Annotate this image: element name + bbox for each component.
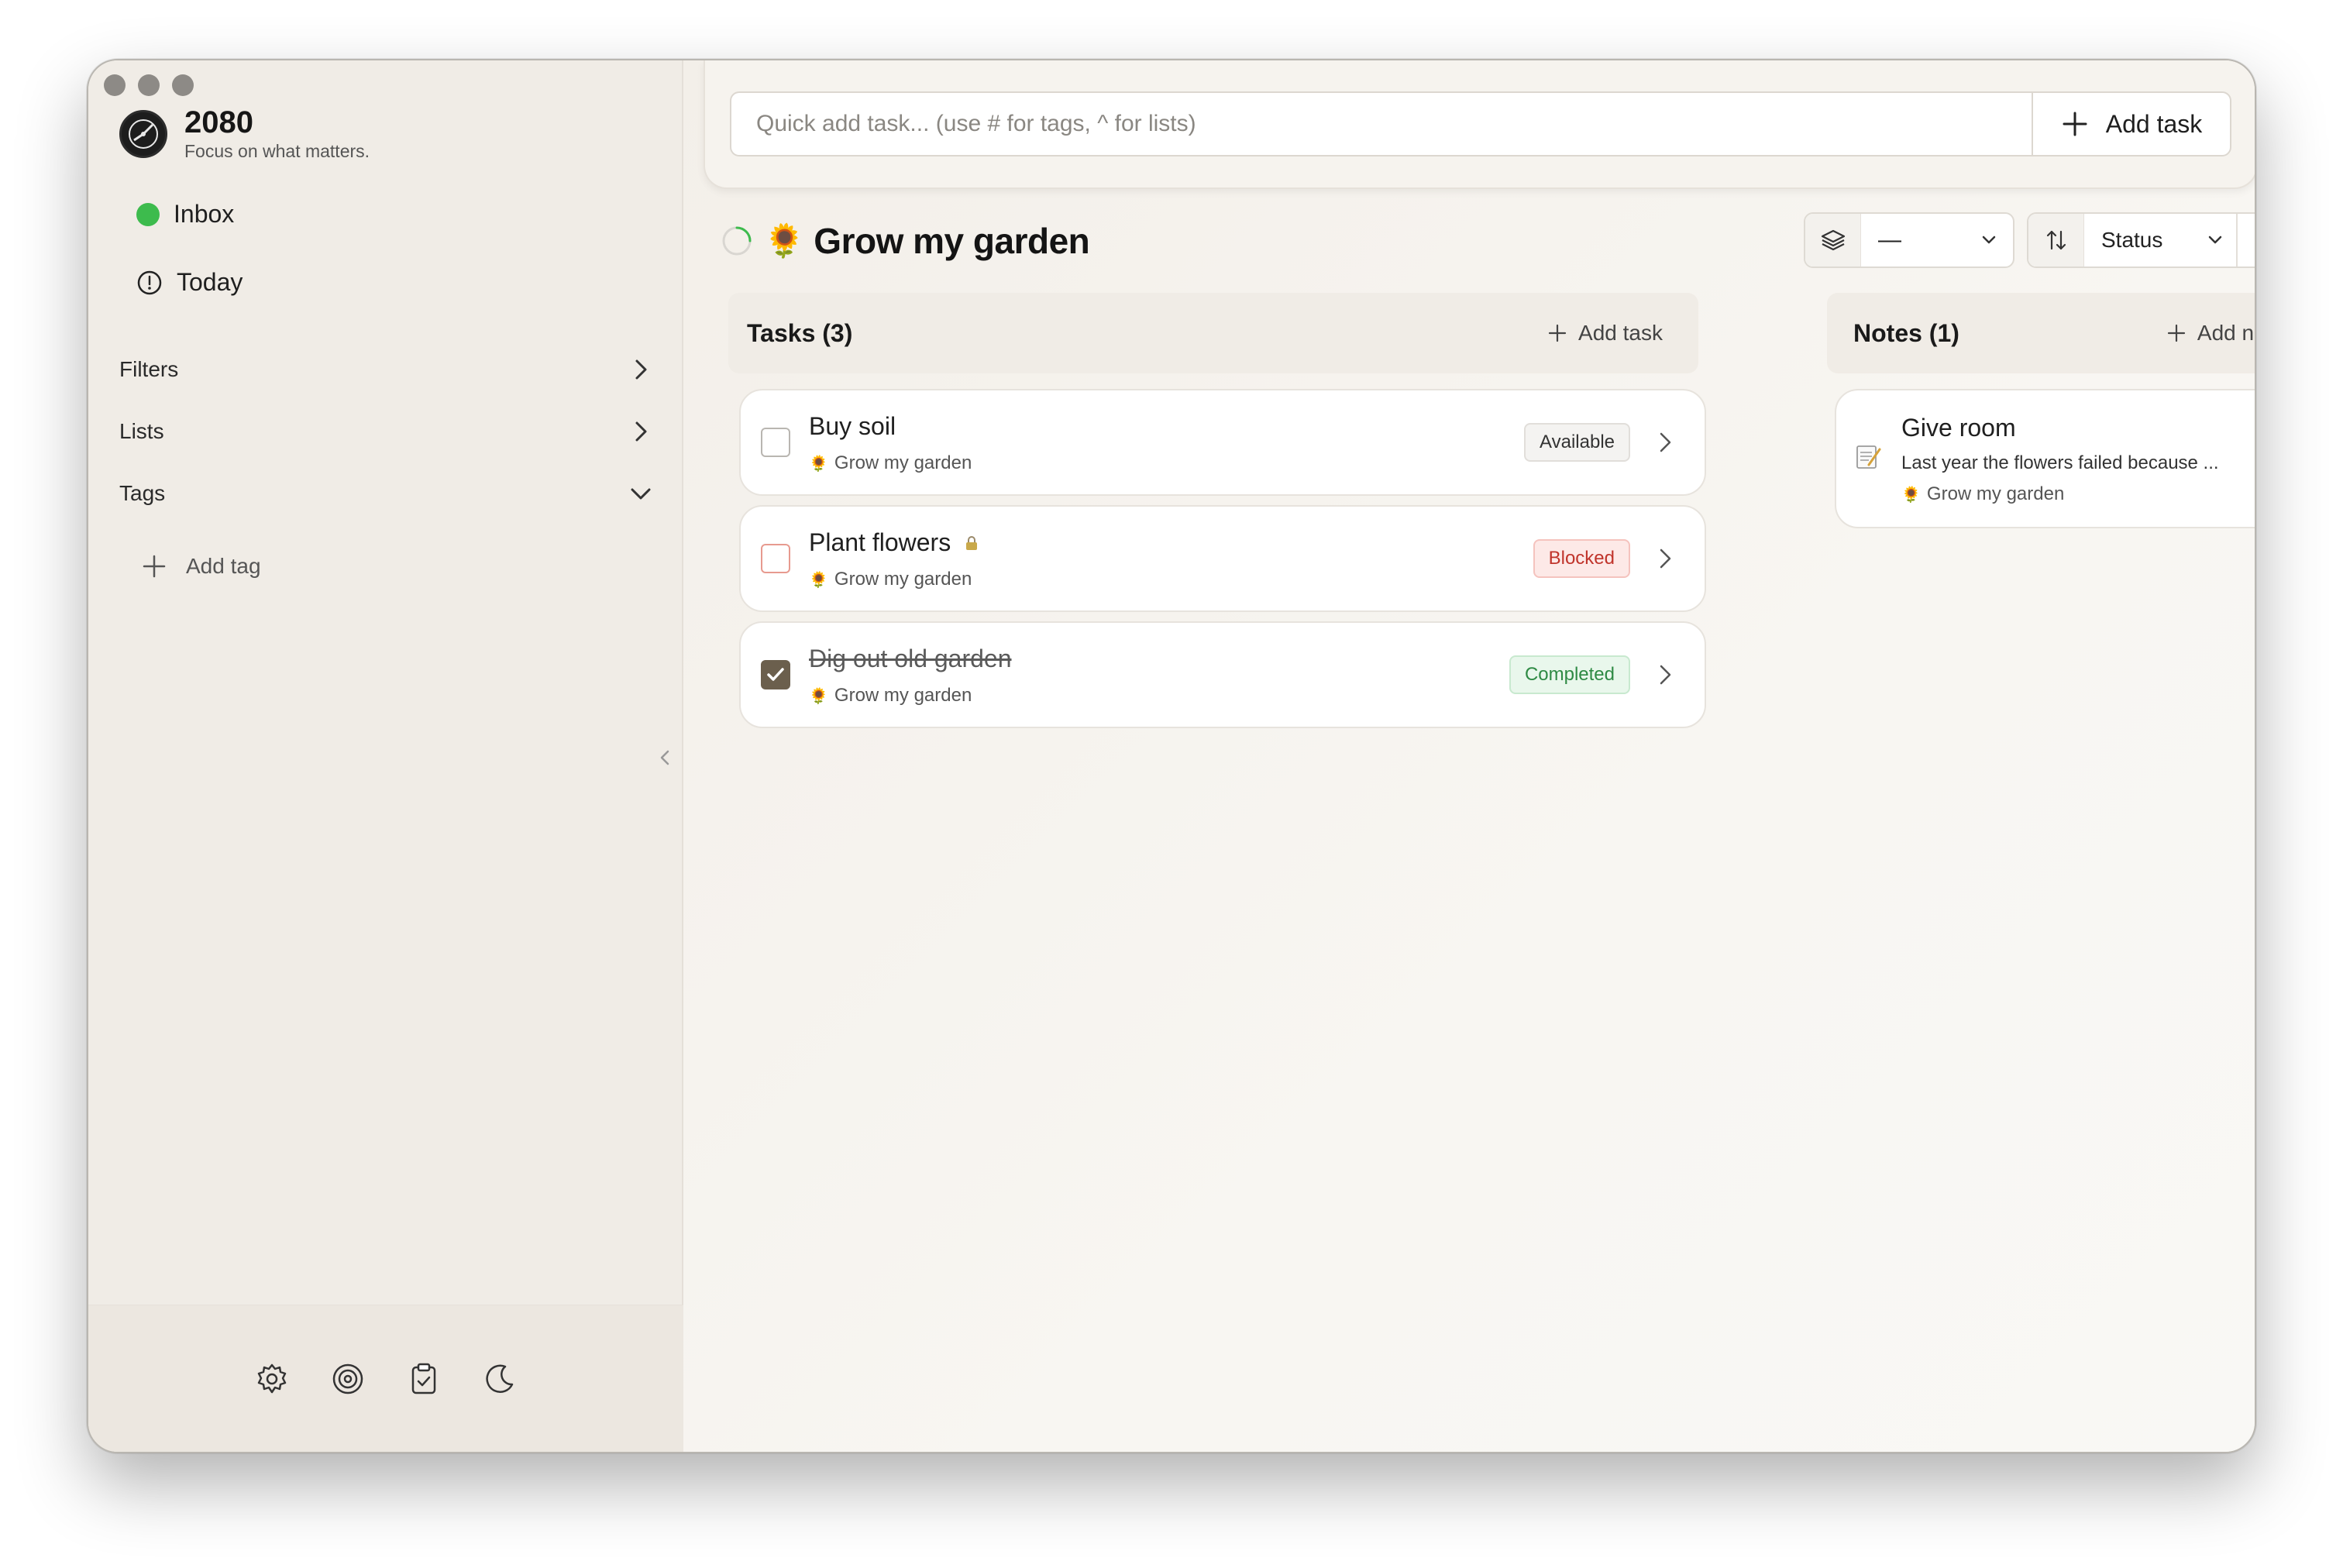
group-by-select[interactable]: — [1804,212,2014,268]
app-window: 2080 Focus on what matters. Inbox Today … [87,59,2256,1453]
green-dot-icon [136,202,160,226]
task-checkbox-checked[interactable] [761,660,790,689]
settings-icon[interactable] [254,1361,290,1397]
task-title: Buy soil [809,412,896,440]
notes-column-header: Notes (1) Add note [1827,293,2255,373]
add-task-button[interactable]: Add task [1547,321,1663,346]
chevron-right-icon [1660,548,1671,569]
add-note-label: Add note [2197,321,2255,345]
add-tag-label: Add tag [186,554,261,578]
list-emoji: 🌻 [809,455,828,473]
chevron-right-icon [1660,665,1671,685]
minimize-window-button[interactable] [138,74,160,96]
app-logo-icon [119,110,167,158]
list-emoji: 🌻 [809,571,828,589]
close-window-button[interactable] [104,74,126,96]
target-icon[interactable] [330,1361,366,1397]
chevron-right-icon [635,421,647,442]
page-title: Grow my garden [814,221,1090,261]
status-badge: Blocked [1533,539,1630,578]
memo-icon [1856,445,1881,469]
add-task-label: Add task [1578,321,1663,345]
plus-icon [2167,324,2185,342]
tasks-column-header: Tasks (3) Add task [728,293,1698,373]
chevron-down-icon [2208,236,2222,244]
notes-header-title: Notes (1) [1853,318,1959,347]
sidebar-item-label: Inbox [174,200,235,228]
list-emoji: 🌻 [1901,486,1921,504]
moon-icon[interactable] [482,1361,518,1397]
app-tagline: Focus on what matters. [184,141,370,161]
section-label: Lists [119,419,164,443]
checkmark-icon [767,668,784,681]
sidebar-item-today[interactable]: Today [136,268,243,297]
sort-by-value: Status [2101,228,2163,252]
task-title-wrap: Plant flowers [809,528,980,557]
quick-add-button[interactable]: Add task [2032,91,2231,156]
task-list-name: Grow my garden [834,569,972,590]
chevron-down-icon [631,488,651,500]
tasks-header-title: Tasks (3) [747,318,853,347]
add-note-button[interactable]: Add note [2166,321,2255,346]
group-by-value: — [1878,227,1901,253]
collapse-sidebar-icon[interactable] [655,742,674,773]
sidebar-item-label: Today [177,268,243,296]
quick-add-bar: Quick add task... (use # for tags, ^ for… [704,60,2255,189]
task-checkbox[interactable] [761,544,790,573]
clock-alert-icon [137,270,162,294]
chevron-down-icon [1982,236,1996,244]
brand: 2080 Focus on what matters. [119,105,370,163]
sort-icon [2028,214,2084,266]
window-controls [104,74,194,96]
quick-add-button-label: Add task [2105,109,2203,138]
note-list-name: Grow my garden [1926,483,2065,504]
status-badge: Available [1524,423,1630,462]
task-title: Dig out old garden [809,645,1012,672]
layers-icon [1805,214,1861,266]
task-list-label: 🌻 Grow my garden [809,685,972,707]
task-row[interactable]: Buy soil 🌻 Grow my garden Available [739,389,1706,496]
chevron-right-icon [635,359,647,380]
section-label: Tags [119,481,166,505]
sidebar-footer [88,1305,683,1452]
note-snippet: Last year the flowers failed because ... [1901,452,2219,473]
clipboard-check-icon[interactable] [406,1361,442,1397]
task-list-name: Grow my garden [834,685,972,706]
list-emoji: 🌻 [764,222,805,259]
plus-icon [2063,112,2087,136]
list-emoji: 🌻 [809,687,828,705]
note-list-label: 🌻 Grow my garden [1901,483,2064,505]
section-label: Filters [119,357,179,381]
task-list-label: 🌻 Grow my garden [809,569,972,590]
sort-by-select[interactable]: Status [2027,212,2256,268]
lock-icon [966,535,978,550]
sort-direction-button[interactable] [2236,214,2256,266]
zoom-window-button[interactable] [172,74,194,96]
sidebar-section-lists[interactable]: Lists [119,418,654,445]
sidebar-item-inbox[interactable]: Inbox [136,200,234,229]
arrow-up-icon [2252,229,2256,252]
plus-icon [1548,324,1567,342]
sidebar-section-filters[interactable]: Filters [119,356,654,383]
plus-icon [143,555,166,578]
app-name: 2080 [184,105,253,139]
chevron-right-icon [1660,432,1671,452]
add-tag-button[interactable]: Add tag [141,553,261,579]
task-row[interactable]: Plant flowers 🌻 Grow my garden Blocked [739,505,1706,612]
task-row[interactable]: Dig out old garden 🌻 Grow my garden Comp… [739,621,1706,728]
task-checkbox[interactable] [761,428,790,457]
note-row[interactable]: Give room Last year the flowers failed b… [1835,389,2255,528]
main-content: Quick add task... (use # for tags, ^ for… [683,60,2255,1452]
quick-add-input[interactable]: Quick add task... (use # for tags, ^ for… [730,91,2032,156]
task-list-label: 🌻 Grow my garden [809,452,972,474]
sidebar-section-tags[interactable]: Tags [119,480,654,507]
task-list-name: Grow my garden [834,452,972,473]
page-header: 🌻 Grow my garden [721,220,1090,262]
task-title: Plant flowers [809,528,951,556]
progress-ring-icon [722,226,752,256]
status-badge: Completed [1509,655,1630,694]
note-title: Give room [1901,414,2016,442]
sidebar: 2080 Focus on what matters. Inbox Today … [88,60,683,1452]
